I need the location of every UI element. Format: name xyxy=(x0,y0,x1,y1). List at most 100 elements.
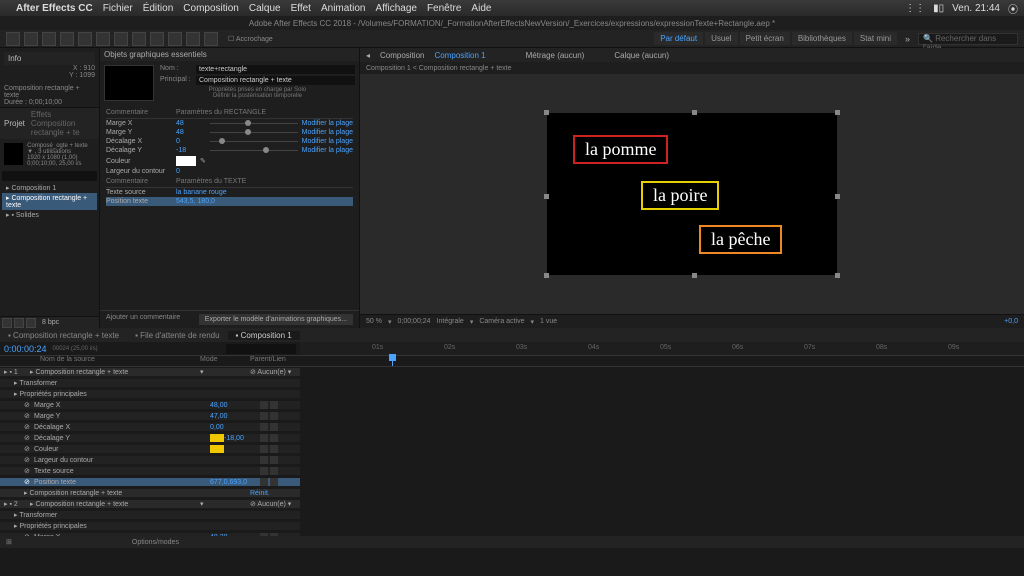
color-swatch[interactable] xyxy=(176,156,196,166)
param-value[interactable]: -18 xyxy=(176,147,206,154)
playhead[interactable] xyxy=(392,356,393,366)
property[interactable]: Décalage Y xyxy=(34,435,210,442)
project-folder-icon[interactable] xyxy=(14,318,24,328)
egp-name-input[interactable]: texte+rectangle xyxy=(196,65,355,74)
timeline-toggle-icon[interactable]: ⊞ xyxy=(6,538,12,546)
graph-icon[interactable] xyxy=(270,423,278,431)
range-link[interactable]: Modifier la plage xyxy=(302,129,353,136)
prop-group[interactable]: ▸ Propriétés principales xyxy=(14,390,300,398)
selection-tool[interactable] xyxy=(6,32,20,46)
property[interactable]: Marge X xyxy=(34,402,210,409)
project-search[interactable] xyxy=(2,171,97,181)
timeline-timecode[interactable]: 0:00:00:24 xyxy=(4,344,47,354)
expression-icon[interactable] xyxy=(260,445,268,453)
graph-icon[interactable] xyxy=(270,478,278,486)
graph-icon[interactable] xyxy=(270,456,278,464)
param-value[interactable]: 48 xyxy=(176,129,206,136)
range-link[interactable]: Modifier la plage xyxy=(302,147,353,154)
menu-item[interactable]: Composition xyxy=(183,3,239,14)
expression-icon[interactable] xyxy=(260,434,268,442)
wifi-icon[interactable]: ⋮⋮ xyxy=(905,3,925,14)
viewer-time[interactable]: 0;00;00;24 xyxy=(397,318,430,325)
text-layer[interactable]: la poire xyxy=(641,181,719,210)
workspace-tab[interactable]: Par défaut xyxy=(654,32,703,45)
quality-dropdown[interactable]: Intégrale xyxy=(437,318,464,325)
property[interactable]: Position texte xyxy=(34,479,210,486)
timeline-search[interactable] xyxy=(226,344,296,354)
sublayer[interactable]: ▸ Composition rectangle + texte xyxy=(24,489,250,497)
composition-viewer[interactable]: la pomme la poire la pêche xyxy=(360,74,1024,314)
prop-group[interactable]: ▸ Propriétés principales xyxy=(14,522,300,530)
text-layer[interactable]: la pêche xyxy=(699,225,782,254)
timeline-tab[interactable]: ▪ Composition rectangle + texte xyxy=(0,331,127,340)
menu-item[interactable]: Affichage xyxy=(375,3,417,14)
expression-icon[interactable] xyxy=(260,401,268,409)
app-name[interactable]: After Effects CC xyxy=(16,3,93,14)
prop-group[interactable]: ▸ Transformer xyxy=(14,511,300,519)
menu-item[interactable]: Édition xyxy=(143,3,174,14)
workspace-tab[interactable]: Stat mini xyxy=(854,32,897,45)
zoom-tool[interactable] xyxy=(42,32,56,46)
layer-name[interactable]: ▸ Composition rectangle + texte xyxy=(30,500,200,508)
graph-icon[interactable] xyxy=(270,412,278,420)
param-slider[interactable] xyxy=(210,132,298,133)
range-link[interactable]: Modifier la plage xyxy=(302,138,353,145)
graph-icon[interactable] xyxy=(270,467,278,475)
effects-tab[interactable]: Effets Composition rectangle + te xyxy=(31,110,95,137)
param-slider[interactable] xyxy=(210,150,298,151)
text-layer[interactable]: la pomme xyxy=(573,135,668,164)
project-item[interactable]: ▸ ▪ Solides xyxy=(2,210,97,220)
workspace-tab[interactable]: Bibliothèques xyxy=(792,32,852,45)
project-tab[interactable]: Projet xyxy=(4,119,25,128)
comp-breadcrumb[interactable]: Composition 1 < Composition rectangle + … xyxy=(360,62,1024,74)
egp-comment-input[interactable]: Ajouter un commentaire xyxy=(106,314,180,325)
menu-item[interactable]: Aide xyxy=(471,3,491,14)
graph-icon[interactable] xyxy=(270,434,278,442)
eraser-tool[interactable] xyxy=(168,32,182,46)
property-value[interactable]: -18,00 xyxy=(210,434,260,442)
graph-icon[interactable] xyxy=(270,445,278,453)
camera-dropdown[interactable]: Caméra active xyxy=(479,318,524,325)
range-link[interactable]: Modifier la plage xyxy=(302,120,353,127)
brush-tool[interactable] xyxy=(132,32,146,46)
menu-item[interactable]: Fenêtre xyxy=(427,3,461,14)
layer-name[interactable]: ▸ Composition rectangle + texte xyxy=(30,368,200,376)
property[interactable]: Décalage X xyxy=(34,424,210,431)
expression-icon[interactable] xyxy=(260,478,268,486)
param-value[interactable]: 48 xyxy=(176,120,206,127)
comp-tab-active[interactable]: Composition 1 xyxy=(434,51,485,60)
property[interactable]: Texte source xyxy=(34,468,210,475)
egp-principal-select[interactable]: Composition rectangle + texte xyxy=(196,76,355,85)
expression-icon[interactable] xyxy=(260,467,268,475)
menu-item[interactable]: Animation xyxy=(321,3,365,14)
text-tool[interactable] xyxy=(114,32,128,46)
hand-tool[interactable] xyxy=(24,32,38,46)
prop-group[interactable]: ▸ Transformer xyxy=(14,379,300,387)
project-new-icon[interactable] xyxy=(2,318,12,328)
property-value[interactable]: 0,00 xyxy=(210,424,260,431)
spotlight-icon[interactable]: ⦿ xyxy=(1008,1,1018,16)
shape-tool[interactable] xyxy=(78,32,92,46)
roto-tool[interactable] xyxy=(186,32,200,46)
property[interactable]: Largeur du contour xyxy=(34,457,210,464)
expression-icon[interactable] xyxy=(260,456,268,464)
zoom-dropdown[interactable]: 50 % xyxy=(366,318,382,325)
property[interactable]: Couleur xyxy=(34,446,210,453)
export-mogrt-button[interactable]: Exporter le modèle d'animations graphiqu… xyxy=(199,314,353,325)
timeline-tab[interactable]: ▪ File d'attente de rendu xyxy=(127,331,227,340)
menu-item[interactable]: Fichier xyxy=(103,3,133,14)
project-item[interactable]: ▸ Composition 1 xyxy=(2,183,97,193)
property-value[interactable]: 677,0,693,0 xyxy=(210,479,260,486)
workspace-tab[interactable]: Petit écran xyxy=(740,32,790,45)
menu-item[interactable]: Calque xyxy=(249,3,281,14)
expression-icon[interactable] xyxy=(260,423,268,431)
expression-icon[interactable] xyxy=(260,412,268,420)
project-item[interactable]: ▸ Composition rectangle + texte xyxy=(2,193,97,210)
clone-tool[interactable] xyxy=(150,32,164,46)
comp-tab-prev-icon[interactable]: ◂ xyxy=(366,51,370,60)
property-value[interactable]: 48,00 xyxy=(210,402,260,409)
graph-icon[interactable] xyxy=(270,401,278,409)
menu-item[interactable]: Effet xyxy=(291,3,311,14)
eyedropper-icon[interactable]: ✎ xyxy=(200,157,206,165)
timeline-tab[interactable]: ▪ Composition 1 xyxy=(228,331,300,340)
